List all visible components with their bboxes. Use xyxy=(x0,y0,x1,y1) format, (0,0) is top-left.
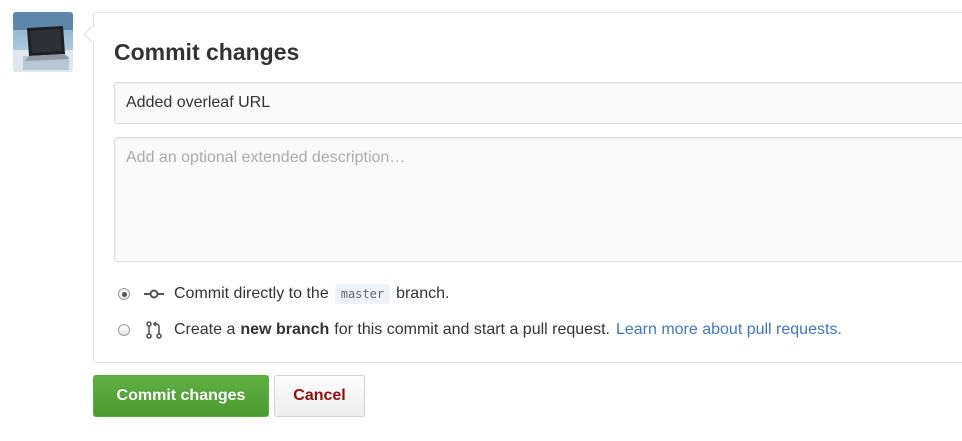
radio-new-branch[interactable] xyxy=(118,324,130,336)
new-branch-text-after: for this commit and start a pull request… xyxy=(334,321,610,338)
avatar[interactable] xyxy=(13,12,73,72)
commit-direct-text-after: branch. xyxy=(396,285,450,302)
option-commit-direct[interactable]: Commit directly to the master branch. xyxy=(118,282,449,306)
new-branch-bold: new branch xyxy=(240,321,330,338)
commit-icon xyxy=(144,285,164,303)
description-placeholder: Add an optional extended description… xyxy=(126,149,406,166)
option-new-branch[interactable]: Create a new branch for this commit and … xyxy=(118,318,842,342)
cancel-button[interactable]: Cancel xyxy=(274,375,365,417)
learn-more-link[interactable]: Learn more about pull requests. xyxy=(616,321,842,339)
page-title: Commit changes xyxy=(114,39,300,65)
branch-name: master xyxy=(334,284,391,304)
radio-commit-direct[interactable] xyxy=(118,288,130,300)
pull-request-icon xyxy=(144,321,164,339)
commit-summary-input[interactable]: Added overleaf URL xyxy=(114,82,962,124)
commit-changes-button[interactable]: Commit changes xyxy=(93,375,269,417)
avatar-image xyxy=(13,12,73,72)
commit-description-textarea[interactable]: Add an optional extended description… xyxy=(114,137,962,262)
commit-direct-text: Commit directly to the xyxy=(174,285,329,302)
new-branch-text: Create a xyxy=(174,321,236,338)
